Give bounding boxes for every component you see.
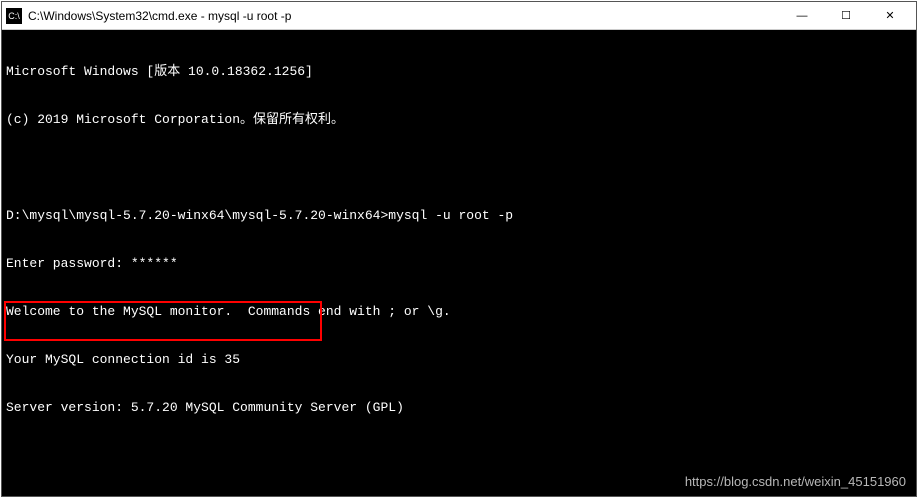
- cmd-window: C:\ C:\Windows\System32\cmd.exe - mysql …: [1, 1, 917, 497]
- minimize-button[interactable]: —: [780, 3, 824, 29]
- close-button[interactable]: ✕: [868, 3, 912, 29]
- window-title: C:\Windows\System32\cmd.exe - mysql -u r…: [28, 9, 780, 23]
- terminal-line: D:\mysql\mysql-5.7.20-winx64\mysql-5.7.2…: [6, 208, 912, 224]
- terminal-line: Your MySQL connection id is 35: [6, 352, 912, 368]
- titlebar[interactable]: C:\ C:\Windows\System32\cmd.exe - mysql …: [2, 2, 916, 30]
- watermark: https://blog.csdn.net/weixin_45151960: [685, 474, 906, 490]
- app-icon: C:\: [6, 8, 22, 24]
- terminal-area[interactable]: Microsoft Windows [版本 10.0.18362.1256] (…: [2, 30, 916, 496]
- terminal-line: [6, 160, 912, 176]
- maximize-button[interactable]: ☐: [824, 3, 868, 29]
- window-controls: — ☐ ✕: [780, 3, 912, 29]
- terminal-line: Enter password: ******: [6, 256, 912, 272]
- terminal-line: (c) 2019 Microsoft Corporation。保留所有权利。: [6, 112, 912, 128]
- terminal-line: Welcome to the MySQL monitor. Commands e…: [6, 304, 912, 320]
- terminal-line: Server version: 5.7.20 MySQL Community S…: [6, 400, 912, 416]
- terminal-line: Microsoft Windows [版本 10.0.18362.1256]: [6, 64, 912, 80]
- terminal-line: [6, 448, 912, 464]
